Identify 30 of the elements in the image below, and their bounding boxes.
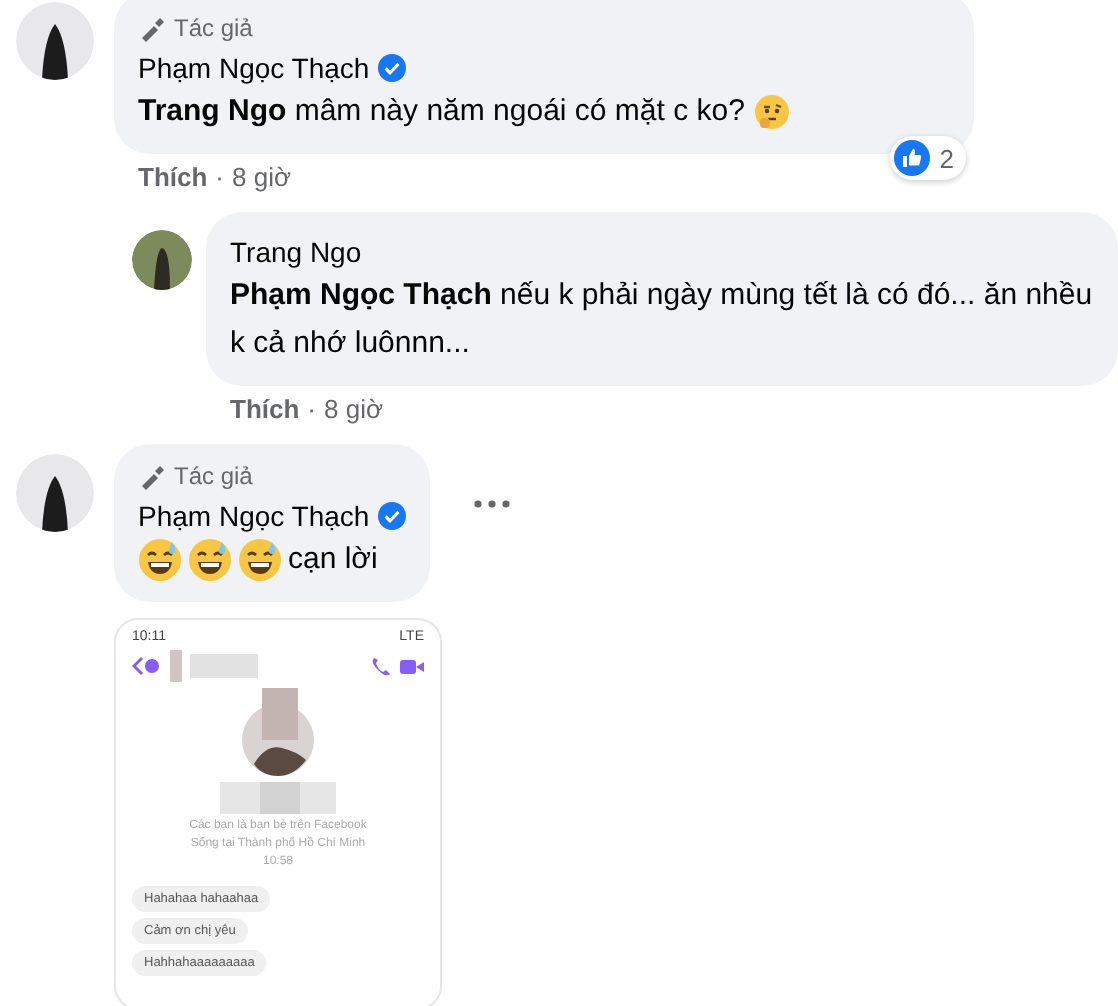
avatar [16, 454, 94, 532]
avatar [16, 2, 94, 80]
separator-dot: · [215, 162, 225, 192]
comment-text: cạn lời [288, 540, 378, 580]
pen-icon [138, 463, 164, 489]
author-label: Tác giả [174, 462, 253, 490]
avatar [132, 230, 192, 290]
comment-text: Trang Ngo mâm này năm ngoái có mặt c ko? [138, 88, 790, 136]
author-name[interactable]: Trang Ngo [230, 236, 362, 268]
mention-link[interactable]: Phạm Ngọc Thạch [230, 278, 492, 312]
phone-icon [370, 656, 390, 676]
blur-block [220, 782, 336, 814]
author-name[interactable]: Phạm Ngọc Thạch [138, 500, 370, 532]
comment-time[interactable]: 8 giờ [232, 162, 292, 192]
like-link[interactable]: Thích [230, 394, 300, 424]
author-label: Tác giả [174, 14, 253, 42]
mention-link[interactable]: Trang Ngo [138, 94, 287, 128]
pen-icon [138, 15, 164, 41]
more-icon [473, 499, 510, 507]
video-icon [400, 657, 424, 675]
blur-block [242, 688, 314, 776]
separator-dot: · [307, 394, 317, 424]
blur-block [170, 650, 258, 682]
like-icon [893, 140, 930, 176]
like-link[interactable]: Thích [138, 162, 208, 192]
comment-time[interactable]: 8 giờ [324, 394, 384, 424]
back-icon [132, 656, 160, 676]
comment-text: Phạm Ngọc Thạch nếu k phải ngày mùng tết là có đó... ăn nhều k cả nhớ luônnn... [230, 276, 1094, 364]
reaction-count[interactable]: 2 [889, 136, 966, 180]
author-name[interactable]: Phạm Ngọc Thạch [138, 52, 370, 84]
